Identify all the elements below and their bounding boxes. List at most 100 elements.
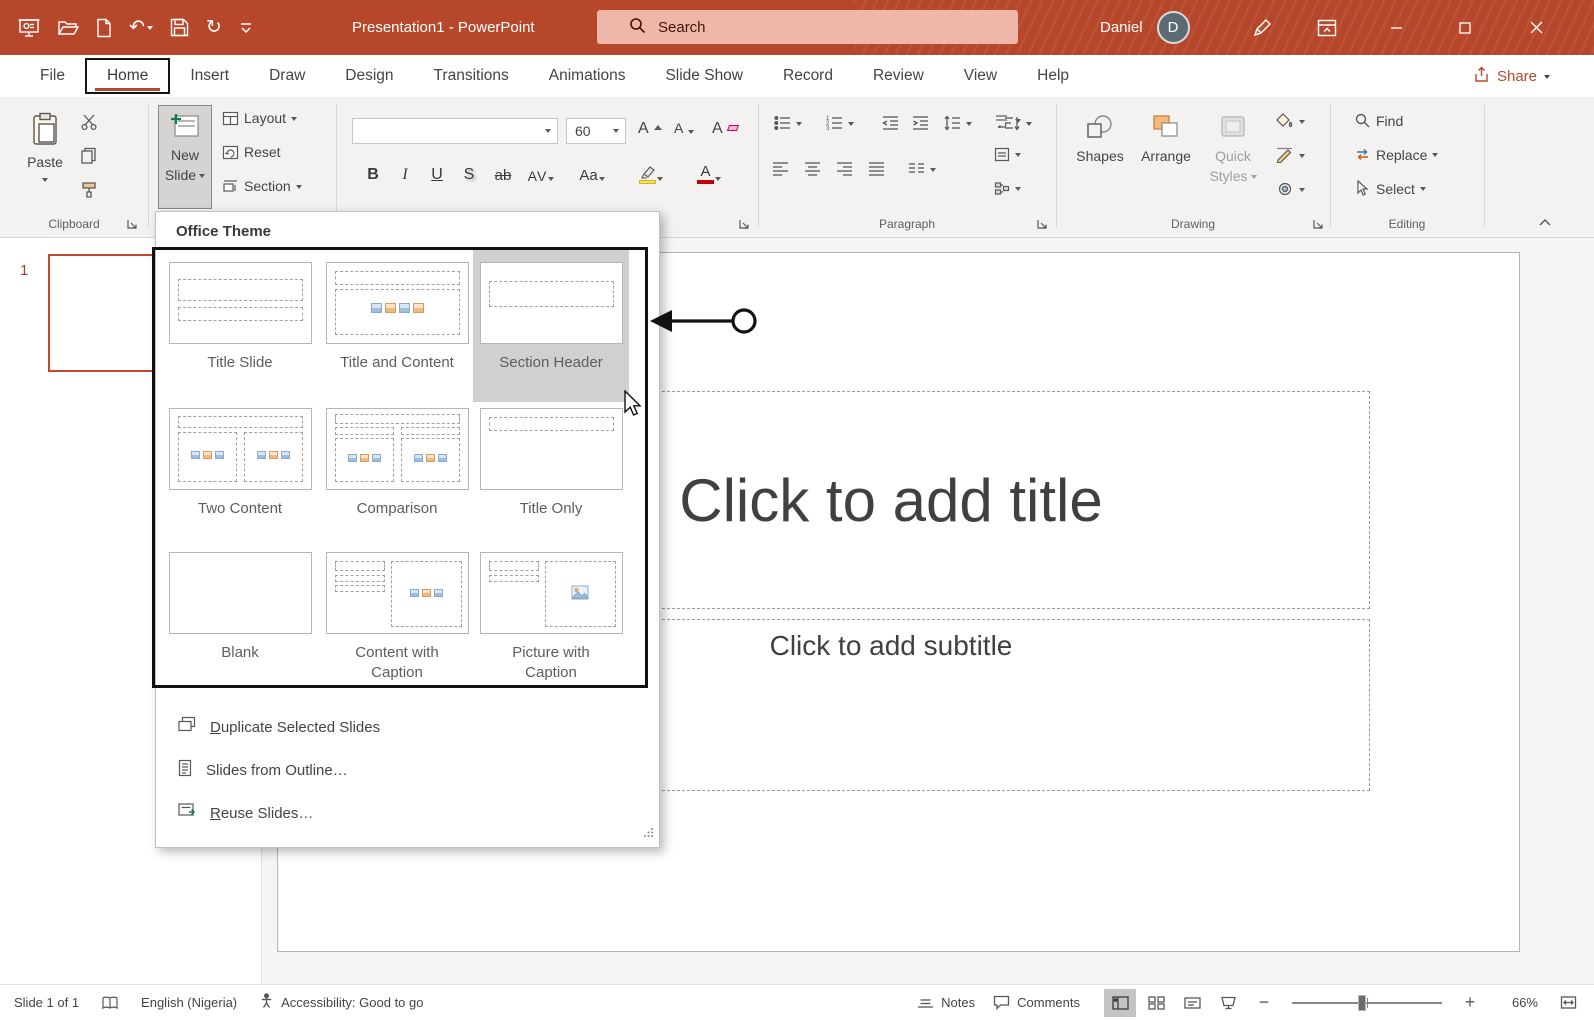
close-button[interactable] bbox=[1507, 0, 1565, 55]
tab-slide-show[interactable]: Slide Show bbox=[645, 60, 763, 92]
avatar[interactable]: D bbox=[1157, 11, 1190, 44]
zoom-out-button[interactable]: − bbox=[1248, 989, 1280, 1017]
tab-view[interactable]: View bbox=[944, 60, 1017, 92]
presentation-icon[interactable] bbox=[18, 18, 40, 38]
layout-blank[interactable]: Blank bbox=[162, 544, 318, 690]
align-left-button[interactable] bbox=[772, 161, 789, 177]
font-color-button[interactable]: A bbox=[690, 160, 728, 188]
share-chevron-icon[interactable] bbox=[1544, 75, 1550, 82]
save-button[interactable] bbox=[170, 18, 189, 37]
justify-button[interactable] bbox=[868, 161, 885, 177]
customize-qat-icon[interactable] bbox=[239, 22, 253, 34]
account-area[interactable]: Daniel D bbox=[1100, 0, 1190, 55]
layout-section-header[interactable]: Section Header bbox=[473, 250, 629, 402]
tab-design[interactable]: Design bbox=[325, 60, 413, 92]
change-case-button[interactable]: Aa bbox=[574, 160, 610, 188]
search-input[interactable]: Search bbox=[597, 10, 1018, 44]
layout-title-and-content[interactable]: Title and Content bbox=[319, 254, 475, 400]
slide-sorter-view-button[interactable] bbox=[1140, 989, 1172, 1017]
section-button[interactable]: Section bbox=[222, 178, 302, 194]
replace-button[interactable]: Replace bbox=[1354, 146, 1438, 163]
font-size-chevron-icon[interactable] bbox=[613, 129, 619, 136]
format-painter-button[interactable] bbox=[80, 181, 98, 199]
tab-review[interactable]: Review bbox=[853, 60, 944, 92]
layout-comparison[interactable]: Comparison bbox=[319, 400, 475, 546]
tab-transitions[interactable]: Transitions bbox=[414, 60, 529, 92]
collapse-ribbon-button[interactable] bbox=[1538, 217, 1552, 227]
open-icon[interactable] bbox=[57, 19, 79, 37]
reading-view-button[interactable] bbox=[1176, 989, 1208, 1017]
zoom-level[interactable]: 66% bbox=[1496, 995, 1538, 1010]
align-text-button[interactable] bbox=[994, 147, 1021, 162]
font-name-chevron-icon[interactable] bbox=[545, 129, 551, 136]
quick-styles-button[interactable]: Quick Styles bbox=[1204, 107, 1262, 186]
share-button[interactable]: Share bbox=[1473, 55, 1550, 97]
arrange-button[interactable]: Arrange bbox=[1136, 107, 1196, 165]
shapes-button[interactable]: Shapes bbox=[1072, 107, 1128, 165]
copy-button[interactable] bbox=[80, 147, 98, 165]
underline-button[interactable]: U bbox=[424, 160, 450, 188]
decrease-indent-button[interactable] bbox=[882, 115, 899, 131]
align-right-button[interactable] bbox=[836, 161, 853, 177]
notes-button[interactable]: Notes bbox=[917, 995, 975, 1010]
layout-content-with-caption[interactable]: Content with Caption bbox=[319, 544, 475, 690]
language-indicator[interactable]: English (Nigeria) bbox=[141, 995, 237, 1010]
layout-title-only[interactable]: Title Only bbox=[473, 400, 629, 546]
redo-button[interactable]: ↻ bbox=[206, 18, 222, 37]
maximize-button[interactable] bbox=[1436, 0, 1494, 55]
spellcheck-icon[interactable] bbox=[101, 995, 119, 1011]
comments-button[interactable]: Comments bbox=[993, 995, 1080, 1010]
inking-pen-icon[interactable] bbox=[1240, 0, 1284, 55]
shape-effects-button[interactable] bbox=[1276, 181, 1305, 197]
tab-file[interactable]: File bbox=[20, 60, 85, 92]
accessibility-status[interactable]: Accessibility: Good to go bbox=[259, 993, 423, 1012]
shape-fill-button[interactable] bbox=[1276, 113, 1305, 129]
grow-font-button[interactable]: A bbox=[638, 120, 662, 138]
slides-from-outline-item[interactable]: Slides from Outline… bbox=[156, 752, 661, 788]
paste-chevron-icon[interactable] bbox=[42, 178, 48, 185]
clear-formatting-button[interactable]: A bbox=[712, 120, 738, 138]
zoom-in-button[interactable]: + bbox=[1454, 989, 1486, 1017]
select-button[interactable]: Select bbox=[1354, 180, 1426, 197]
paragraph-dialog-launcher[interactable] bbox=[1036, 217, 1048, 229]
cut-button[interactable] bbox=[80, 113, 98, 131]
drawing-dialog-launcher[interactable] bbox=[1312, 217, 1324, 229]
font-name-combo[interactable] bbox=[352, 118, 558, 144]
slide-indicator[interactable]: Slide 1 of 1 bbox=[14, 995, 79, 1010]
strikethrough-button[interactable]: ab bbox=[488, 160, 518, 188]
layout-button[interactable]: Layout bbox=[222, 110, 297, 126]
line-spacing-button[interactable] bbox=[944, 115, 972, 131]
zoom-slider-thumb[interactable] bbox=[1358, 995, 1366, 1011]
normal-view-button[interactable] bbox=[1104, 989, 1136, 1017]
convert-to-smartart-button[interactable] bbox=[994, 181, 1021, 196]
tab-draw[interactable]: Draw bbox=[249, 60, 325, 92]
fit-slide-to-window-button[interactable] bbox=[1552, 989, 1584, 1017]
align-center-button[interactable] bbox=[804, 161, 821, 177]
layout-picture-with-caption[interactable]: Picture with Caption bbox=[473, 544, 629, 690]
text-direction-button[interactable] bbox=[994, 113, 1021, 128]
tab-record[interactable]: Record bbox=[763, 60, 853, 92]
dropdown-resize-grip[interactable] bbox=[643, 825, 654, 843]
tab-insert[interactable]: Insert bbox=[170, 60, 249, 92]
duplicate-selected-slides-item[interactable]: Duplicate Selected Slides bbox=[156, 709, 661, 745]
font-size-combo[interactable]: 60 bbox=[566, 118, 626, 144]
reuse-slides-item[interactable]: Reuse Slides… bbox=[156, 795, 661, 831]
layout-two-content[interactable]: Two Content bbox=[162, 400, 318, 546]
numbering-button[interactable]: 123 bbox=[826, 115, 854, 131]
highlight-color-button[interactable] bbox=[632, 160, 670, 188]
tab-home[interactable]: Home bbox=[85, 58, 170, 94]
layout-title-slide[interactable]: Title Slide bbox=[162, 254, 318, 400]
shrink-font-button[interactable]: A bbox=[674, 120, 694, 136]
columns-button[interactable] bbox=[908, 161, 936, 177]
font-dialog-launcher[interactable] bbox=[738, 217, 750, 229]
new-slide-button[interactable]: New Slide bbox=[158, 105, 212, 209]
tab-animations[interactable]: Animations bbox=[529, 60, 646, 92]
character-spacing-button[interactable]: AV bbox=[524, 160, 558, 188]
clipboard-dialog-launcher[interactable] bbox=[126, 217, 138, 229]
ribbon-display-options-icon[interactable] bbox=[1305, 0, 1349, 55]
zoom-slider[interactable] bbox=[1292, 995, 1442, 1011]
new-slide-chevron-icon[interactable] bbox=[199, 174, 205, 181]
find-button[interactable]: Find bbox=[1354, 112, 1403, 129]
increase-indent-button[interactable] bbox=[912, 115, 929, 131]
shape-outline-button[interactable] bbox=[1276, 147, 1305, 163]
